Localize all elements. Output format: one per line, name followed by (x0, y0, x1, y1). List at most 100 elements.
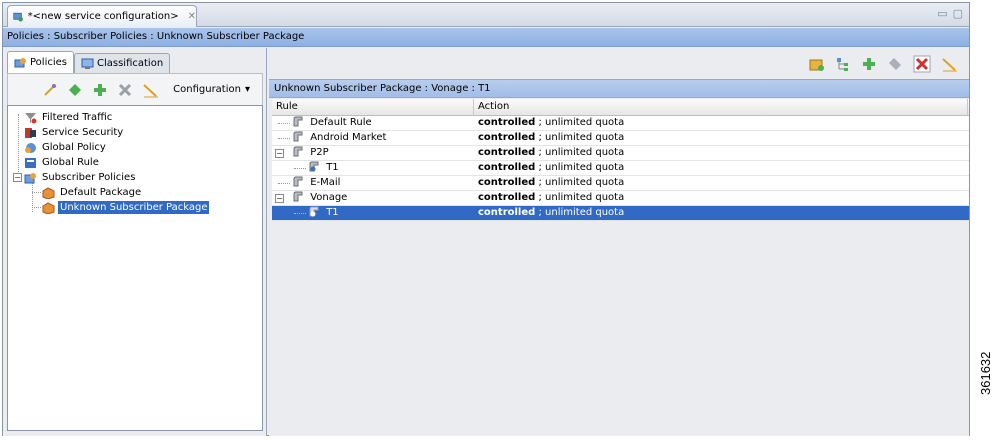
tree-item-label: Global Rule (42, 157, 99, 168)
tree-item-subscriber-policies[interactable]: − Subscriber Policies (8, 170, 262, 185)
rule-name: T1 (326, 207, 339, 218)
collapse-icon[interactable]: − (275, 194, 284, 203)
rule-icon (293, 176, 303, 187)
rule-name: Android Market (310, 132, 387, 143)
rule-icon (293, 131, 303, 142)
add-child-icon[interactable] (67, 82, 83, 98)
column-header-rule[interactable]: Rule (272, 99, 474, 115)
tree-item-default-package[interactable]: Default Package (8, 185, 262, 200)
policy-tree: Filtered Traffic Service Security Global… (7, 105, 263, 431)
action-mode: controlled (478, 192, 536, 203)
table-row[interactable]: − Vonage controlled ; unlimited quota (272, 191, 969, 206)
policies-toolbar: Configuration ▾ (7, 73, 263, 105)
rules-table: Rule Action Default Rule controlled ; un… (272, 99, 969, 433)
chevron-down-icon: ▾ (244, 84, 250, 95)
tree-item-label: Global Policy (42, 142, 106, 153)
table-row[interactable]: Android Market controlled ; unlimited qu… (272, 131, 969, 146)
figure-id: 361632 (978, 351, 993, 395)
tree-item-label: Filtered Traffic (42, 112, 113, 123)
tree-item-label: Unknown Subscriber Package (58, 201, 210, 214)
policies-panel: Policies Classification Configuration ▾ … (3, 48, 267, 436)
collapse-icon[interactable]: − (275, 149, 284, 158)
close-tab-icon[interactable]: ✕ (188, 11, 196, 22)
pencil-icon[interactable] (142, 82, 160, 98)
global-rule-icon (25, 157, 36, 168)
tree-item-label: Default Package (60, 187, 142, 198)
tab-classification[interactable]: Classification (74, 53, 171, 73)
tree-item-service-security[interactable]: Service Security (8, 125, 262, 140)
action-quota: ; unlimited quota (535, 132, 625, 143)
policies-icon (14, 57, 26, 67)
editor-tab[interactable]: *<new service configuration> ✕ (7, 5, 197, 27)
service-security-icon (25, 127, 36, 138)
package-icon (42, 201, 55, 214)
tree-item-global-rule[interactable]: Global Rule (8, 155, 262, 170)
action-quota: ; unlimited quota (535, 177, 625, 188)
tree-item-filtered-traffic[interactable]: Filtered Traffic (8, 110, 262, 125)
action-mode: controlled (478, 177, 536, 188)
service-configuration-icon (13, 12, 23, 22)
minimize-icon[interactable]: ▭ (937, 7, 947, 20)
hierarchy-icon[interactable] (835, 56, 851, 72)
tree-item-unknown-subscriber-package[interactable]: Unknown Subscriber Package (8, 200, 262, 215)
table-header: Rule Action (272, 99, 969, 116)
maximize-icon[interactable]: ▢ (953, 7, 963, 20)
sub-rule-icon (309, 206, 319, 217)
pencil-icon[interactable] (941, 56, 959, 72)
global-policy-icon (25, 142, 36, 153)
tab-classification-label: Classification (97, 58, 164, 69)
table-row[interactable]: − P2P controlled ; unlimited quota (272, 146, 969, 161)
action-quota: ; unlimited quota (535, 162, 625, 173)
configuration-menu[interactable]: Configuration ▾ (173, 84, 250, 95)
table-row-selected[interactable]: T1 controlled ; unlimited quota (272, 206, 969, 221)
add-rule-icon[interactable] (861, 56, 877, 72)
editor-tab-title: *<new service configuration> (27, 11, 179, 22)
table-row[interactable]: Default Rule controlled ; unlimited quot… (272, 116, 969, 131)
rule-name: E-Mail (310, 177, 341, 188)
rule-name: Vonage (310, 192, 348, 203)
edit-wand-icon[interactable] (42, 82, 58, 98)
rule-name: P2P (310, 147, 329, 158)
collapse-icon[interactable]: − (13, 173, 22, 182)
classification-icon (81, 58, 94, 69)
action-quota: ; unlimited quota (535, 207, 625, 218)
filtered-traffic-icon (25, 112, 37, 123)
table-row[interactable]: E-Mail controlled ; unlimited quota (272, 176, 969, 191)
tree-item-label: Subscriber Policies (42, 172, 136, 183)
action-quota: ; unlimited quota (535, 117, 625, 128)
rule-icon (293, 191, 303, 202)
table-row[interactable]: T1 controlled ; unlimited quota (272, 161, 969, 176)
tree-item-label: Service Security (42, 127, 124, 138)
tab-policies-label: Policies (30, 57, 67, 68)
action-mode: controlled (478, 162, 536, 173)
tab-policies[interactable]: Policies (7, 51, 74, 73)
editor-tab-bar: *<new service configuration> ✕ ▭ ▢ (3, 3, 969, 27)
service-configuration-window: *<new service configuration> ✕ ▭ ▢ Polic… (2, 2, 970, 436)
package-icon (42, 186, 55, 199)
action-mode: controlled (478, 207, 536, 218)
remove-icon[interactable] (913, 55, 931, 73)
rule-icon (293, 146, 303, 157)
column-header-action[interactable]: Action (474, 99, 968, 115)
delete-icon[interactable] (117, 82, 133, 98)
breadcrumb: Policies : Subscriber Policies : Unknown… (3, 28, 969, 47)
tree-item-global-policy[interactable]: Global Policy (8, 140, 262, 155)
configuration-menu-label: Configuration (173, 84, 241, 95)
rules-toolbar (269, 48, 969, 79)
rules-panel: Unknown Subscriber Package : Vonage : T1… (269, 48, 969, 436)
rule-name: T1 (326, 162, 339, 173)
left-tabs: Policies Classification (7, 51, 171, 73)
action-mode: controlled (478, 117, 536, 128)
action-quota: ; unlimited quota (535, 147, 625, 158)
new-folder-icon[interactable] (809, 56, 825, 72)
add-icon[interactable] (92, 82, 108, 98)
action-mode: controlled (478, 147, 536, 158)
window-controls: ▭ ▢ (937, 7, 963, 20)
rule-icon (293, 116, 303, 127)
subscriber-policies-icon (24, 172, 36, 183)
tag-icon[interactable] (887, 56, 903, 72)
package-path-header: Unknown Subscriber Package : Vonage : T1 (269, 79, 969, 98)
action-mode: controlled (478, 132, 536, 143)
sub-rule-icon (309, 161, 319, 172)
rule-name: Default Rule (310, 117, 372, 128)
